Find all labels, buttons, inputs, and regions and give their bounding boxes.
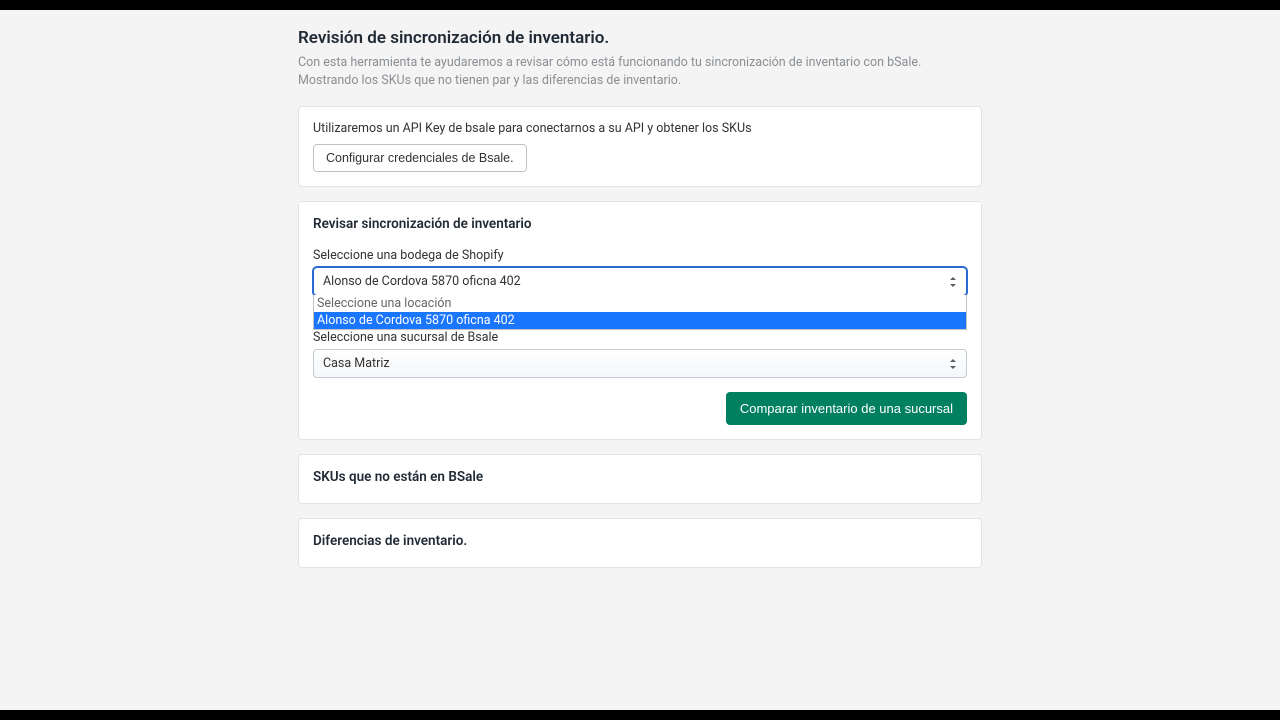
page-description: Con esta herramienta te ayudaremos a rev… (298, 54, 982, 90)
shopify-warehouse-selected-value: Alonso de Cordova 5870 oficna 402 (323, 274, 521, 289)
updown-caret-icon (948, 358, 958, 370)
bsale-branch-select[interactable]: Casa Matriz (313, 349, 967, 378)
shopify-warehouse-dropdown: Seleccione una locación Alonso de Cordov… (313, 295, 967, 330)
letterbox-bottom (0, 710, 1280, 720)
configure-credentials-button[interactable]: Configurar credenciales de Bsale. (313, 144, 527, 172)
review-title: Revisar sincronización de inventario (313, 216, 967, 232)
missing-skus-title: SKUs que no están en BSale (313, 469, 967, 485)
inventory-diff-title: Diferencias de inventario. (313, 533, 967, 549)
missing-skus-card: SKUs que no están en BSale (298, 454, 982, 504)
compare-button-row: Comparar inventario de una sucursal (313, 392, 967, 425)
credentials-card: Utilizaremos un API Key de bsale para co… (298, 106, 982, 187)
page-title: Revisión de sincronización de inventario… (298, 28, 982, 48)
dropdown-option-alonso[interactable]: Alonso de Cordova 5870 oficna 402 (314, 312, 966, 329)
compare-inventory-button[interactable]: Comparar inventario de una sucursal (726, 392, 967, 425)
bsale-branch-selected-value: Casa Matriz (323, 356, 390, 371)
bsale-branch-select-wrap: Casa Matriz (313, 349, 967, 378)
shopify-warehouse-label: Seleccione una bodega de Shopify (313, 248, 967, 263)
shopify-warehouse-select[interactable]: Alonso de Cordova 5870 oficna 402 (313, 267, 967, 296)
inventory-diff-card: Diferencias de inventario. (298, 518, 982, 568)
shopify-warehouse-select-wrap: Alonso de Cordova 5870 oficna 402 Selecc… (313, 267, 967, 296)
review-card: Revisar sincronización de inventario Sel… (298, 201, 982, 440)
main-container: Revisión de sincronización de inventario… (298, 10, 982, 622)
letterbox-top (0, 0, 1280, 10)
credentials-info: Utilizaremos un API Key de bsale para co… (313, 121, 967, 136)
bsale-branch-label: Seleccione una sucursal de Bsale (313, 330, 967, 345)
dropdown-option-placeholder[interactable]: Seleccione una locación (314, 295, 966, 312)
updown-caret-icon (948, 276, 958, 288)
